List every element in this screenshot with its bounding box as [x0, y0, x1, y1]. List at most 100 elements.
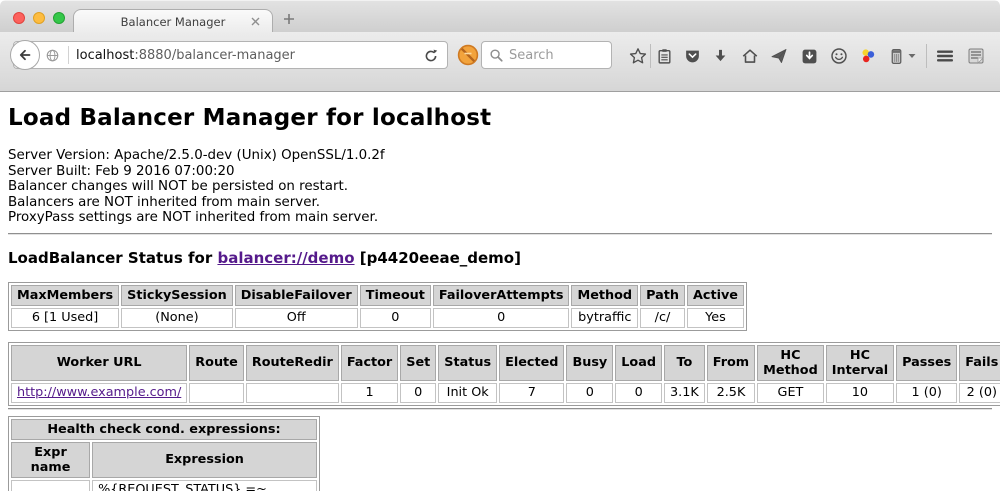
tab-title: Balancer Manager [121, 15, 226, 29]
col-load: Load [615, 345, 662, 381]
titlebar: Balancer Manager [0, 0, 1000, 32]
col-set: Set [400, 345, 436, 381]
loadbalancer-status-heading: LoadBalancer Status for balancer://demo … [8, 249, 992, 267]
tab-close-icon[interactable] [250, 16, 261, 27]
home-button[interactable] [740, 46, 760, 66]
container-addon-icon [888, 48, 905, 65]
navigation-toolbar: localhost:8880/balancer-manager [0, 32, 1000, 92]
cell-worker-url: http://www.example.com/ [11, 383, 187, 403]
col-routeredir: RouteRedir [246, 345, 339, 381]
cell-method: bytraffic [571, 308, 638, 328]
col-to: To [664, 345, 705, 381]
balancers-notice-line: Balancers are NOT inherited from main se… [8, 195, 992, 211]
cell-to: 3.1K [664, 383, 705, 403]
cell-stickysession: (None) [121, 308, 233, 328]
cell-factor: 1 [341, 383, 398, 403]
page-grid-addon-button[interactable] [966, 46, 986, 66]
col-active: Active [687, 285, 744, 306]
downloads-icon [712, 48, 729, 65]
col-passes: Passes [896, 345, 957, 381]
toolbar-separator [926, 44, 927, 68]
server-info-block: Server Version: Apache/2.5.0-dev (Unix) … [8, 148, 992, 226]
search-input[interactable] [509, 48, 599, 63]
col-timeout: Timeout [360, 285, 431, 306]
cell-expr-name: foof [11, 480, 90, 491]
urlbar-separator [68, 46, 69, 64]
colored-dots-addon-button[interactable] [858, 46, 878, 66]
cell-hc-method: GET [757, 383, 824, 403]
col-from: From [707, 345, 755, 381]
url-path: :8880/balancer-manager [134, 48, 295, 63]
browser-window: Balancer Manager localhost: [0, 0, 1000, 491]
balancer-settings-table: MaxMembers StickySession DisableFailover… [8, 282, 747, 331]
cell-hc-interval: 10 [826, 383, 894, 403]
back-button[interactable] [10, 40, 40, 70]
table-row: http://www.example.com/ 1 0 Init Ok 7 0 … [11, 383, 1000, 403]
table-row: foof %{REQUEST_STATUS} =~ /^[234]/ [11, 480, 317, 491]
col-hc-method: HC Method [757, 345, 824, 381]
bookmark-star-button[interactable] [628, 46, 648, 66]
search-box[interactable] [481, 41, 612, 69]
cell-failoverattempts: 0 [433, 308, 570, 328]
url-bar[interactable]: localhost:8880/balancer-manager [13, 41, 448, 69]
col-disablefailover: DisableFailover [235, 285, 358, 306]
menu-button[interactable] [933, 46, 957, 66]
page-content: Load Balancer Manager for localhost Serv… [0, 93, 1000, 491]
url-host: localhost [76, 48, 134, 63]
cell-passes: 1 (0) [896, 383, 957, 403]
url-text[interactable]: localhost:8880/balancer-manager [76, 48, 295, 63]
container-dropdown-caret[interactable] [906, 46, 918, 66]
balancer-demo-link[interactable]: balancer://demo [217, 249, 354, 267]
cell-status: Init Ok [438, 383, 497, 403]
table-header-row: Worker URL Route RouteRedir Factor Set S… [11, 345, 1000, 381]
cell-fails: 2 (0) [959, 383, 1000, 403]
pocket-button[interactable] [682, 46, 702, 66]
video-download-button[interactable] [799, 46, 819, 66]
window-zoom-button[interactable] [53, 12, 65, 24]
cell-disablefailover: Off [235, 308, 358, 328]
back-icon [17, 47, 33, 63]
new-tab-button[interactable] [282, 12, 296, 26]
send-plane-button[interactable] [769, 46, 789, 66]
page-title: Load Balancer Manager for localhost [8, 103, 992, 133]
health-check-expressions-table: Health check cond. expressions: Expr nam… [8, 416, 320, 491]
cell-from: 2.5K [707, 383, 755, 403]
col-status: Status [438, 345, 497, 381]
col-maxmembers: MaxMembers [11, 285, 119, 306]
col-route: Route [189, 345, 244, 381]
clipboard-icon [656, 48, 673, 65]
cell-elected: 7 [499, 383, 564, 403]
col-factor: Factor [341, 345, 398, 381]
worker-url-link[interactable]: http://www.example.com/ [17, 385, 181, 400]
worker-status-table: Worker URL Route RouteRedir Factor Set S… [8, 342, 1000, 406]
col-fails: Fails [959, 345, 1000, 381]
reload-button[interactable] [423, 48, 439, 64]
cell-path: /c/ [640, 308, 685, 328]
window-minimize-button[interactable] [33, 12, 45, 24]
divider [8, 233, 992, 235]
cell-maxmembers: 6 [1 Used] [11, 308, 119, 328]
table-header-row: Expr name Expression [11, 442, 317, 478]
smiley-icon [830, 47, 848, 65]
search-icon [489, 48, 504, 63]
send-plane-icon [770, 47, 788, 65]
table-header-row: MaxMembers StickySession DisableFailover… [11, 285, 744, 306]
globe-icon [45, 48, 60, 63]
downloads-button[interactable] [710, 46, 730, 66]
toolbar-separator [650, 44, 651, 68]
window-close-button[interactable] [13, 12, 25, 24]
container-addon-button[interactable] [886, 46, 906, 66]
health-table-title: Health check cond. expressions: [11, 419, 317, 440]
col-hc-interval: HC Interval [826, 345, 894, 381]
col-failoverattempts: FailoverAttempts [433, 285, 570, 306]
divider [8, 408, 992, 410]
status-heading-prefix: LoadBalancer Status for [8, 249, 217, 267]
smiley-button[interactable] [829, 46, 849, 66]
col-elected: Elected [499, 345, 564, 381]
bookmark-star-icon [629, 47, 647, 65]
blocked-scripts-icon[interactable] [457, 44, 479, 66]
clipboard-button[interactable] [654, 46, 674, 66]
colored-dots-addon-icon [859, 47, 877, 65]
tab-balancer-manager[interactable]: Balancer Manager [73, 9, 273, 33]
pocket-icon [684, 48, 701, 65]
